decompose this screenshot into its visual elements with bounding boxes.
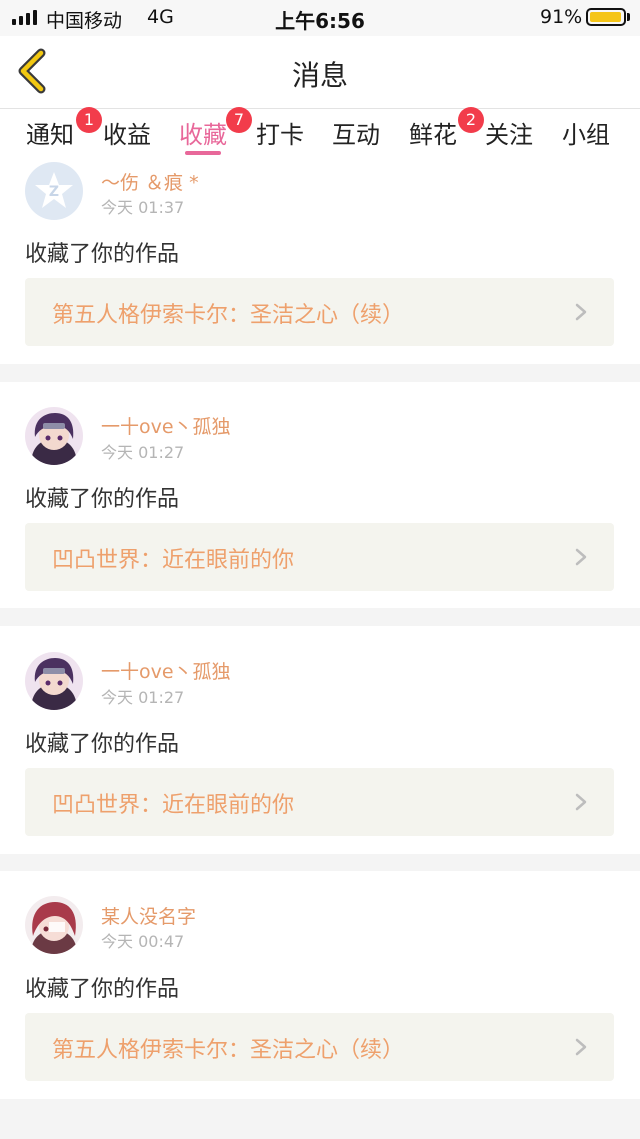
timestamp: 今天 01:27 xyxy=(101,688,185,707)
tab-notifications[interactable]: 通知 1 xyxy=(26,107,102,150)
avatar[interactable] xyxy=(25,896,83,954)
anime-avatar-red-hair-icon xyxy=(25,896,83,954)
timestamp: 今天 00:47 xyxy=(101,932,185,951)
svg-text:Z: Z xyxy=(49,184,59,200)
username[interactable]: 某人没名字 xyxy=(101,902,196,929)
tab-flowers[interactable]: 鲜花 2 xyxy=(409,107,484,150)
feed-item: 一十ove丶孤独 今天 01:27 收藏了你的作品 凹凸世界：近在眼前的你 xyxy=(0,382,640,608)
tab-bar: 通知 1 收益 收藏 7 打卡 互动 鲜花 2 关注 小组 xyxy=(0,107,640,156)
work-link[interactable]: 凹凸世界：近在眼前的你 xyxy=(25,523,614,591)
tab-label: 鲜花 xyxy=(409,121,457,149)
chevron-right-icon xyxy=(575,303,587,321)
work-link[interactable]: 第五人格伊索卡尔：圣洁之心（续） xyxy=(25,278,614,346)
tab-label: 收益 xyxy=(103,121,151,149)
tab-checkin[interactable]: 打卡 xyxy=(256,115,304,150)
tab-label: 收藏 xyxy=(179,121,227,149)
battery-tip xyxy=(627,13,630,21)
unread-badge: 2 xyxy=(458,107,484,133)
chevron-right-icon xyxy=(575,548,587,566)
work-title: 第五人格伊索卡尔：圣洁之心（续） xyxy=(52,303,405,328)
unread-badge: 7 xyxy=(226,107,252,133)
anime-avatar-icon xyxy=(25,407,83,465)
battery-percent: 91% xyxy=(540,6,583,28)
tab-label: 小组 xyxy=(562,121,610,149)
feed-item: 某人没名字 今天 00:47 收藏了你的作品 第五人格伊索卡尔：圣洁之心（续） xyxy=(0,871,640,1099)
tab-label: 关注 xyxy=(485,121,533,149)
tab-label: 打卡 xyxy=(256,121,304,149)
activity-text: 收藏了你的作品 xyxy=(25,732,180,757)
username[interactable]: 一十ove丶孤独 xyxy=(101,412,231,439)
work-link[interactable]: 凹凸世界：近在眼前的你 xyxy=(25,768,614,836)
work-title: 凹凸世界：近在眼前的你 xyxy=(52,793,295,818)
work-title: 凹凸世界：近在眼前的你 xyxy=(52,548,295,573)
tab-earnings[interactable]: 收益 xyxy=(103,115,151,150)
tab-interactions[interactable]: 互动 xyxy=(332,115,380,150)
status-bar: 中国移动 4G 上午6:56 91% xyxy=(0,0,640,36)
unread-badge: 1 xyxy=(76,107,102,133)
chevron-right-icon xyxy=(575,793,587,811)
avatar[interactable] xyxy=(25,652,83,710)
default-avatar-icon: Z xyxy=(25,162,83,220)
feed-item: Z ～伤 ＆痕 * 今天 01:37 收藏了你的作品 第五人格伊索卡尔：圣洁之心… xyxy=(0,156,640,364)
timestamp: 今天 01:27 xyxy=(101,443,185,462)
work-title: 第五人格伊索卡尔：圣洁之心（续） xyxy=(52,1038,405,1063)
timestamp: 今天 01:37 xyxy=(101,198,185,217)
avatar[interactable] xyxy=(25,407,83,465)
avatar[interactable]: Z xyxy=(25,162,83,220)
tab-following[interactable]: 关注 xyxy=(485,115,533,150)
tab-label: 通知 xyxy=(26,121,74,149)
work-link[interactable]: 第五人格伊索卡尔：圣洁之心（续） xyxy=(25,1013,614,1081)
anime-avatar-icon xyxy=(25,652,83,710)
username[interactable]: ～伤 ＆痕 * xyxy=(101,168,199,195)
page-title: 消息 xyxy=(291,59,348,92)
active-tab-indicator xyxy=(185,151,221,155)
tab-groups[interactable]: 小组 xyxy=(562,115,610,150)
activity-text: 收藏了你的作品 xyxy=(25,487,180,512)
activity-text: 收藏了你的作品 xyxy=(25,977,180,1002)
username[interactable]: 一十ove丶孤独 xyxy=(101,657,231,684)
tab-label: 互动 xyxy=(332,121,380,149)
activity-text: 收藏了你的作品 xyxy=(25,242,180,267)
battery-icon xyxy=(586,8,626,26)
chevron-right-icon xyxy=(575,1038,587,1056)
tab-favorites[interactable]: 收藏 7 xyxy=(179,107,252,150)
feed-item: 一十ove丶孤独 今天 01:27 收藏了你的作品 凹凸世界：近在眼前的你 xyxy=(0,626,640,854)
nav-bar: 消息 xyxy=(0,36,640,109)
